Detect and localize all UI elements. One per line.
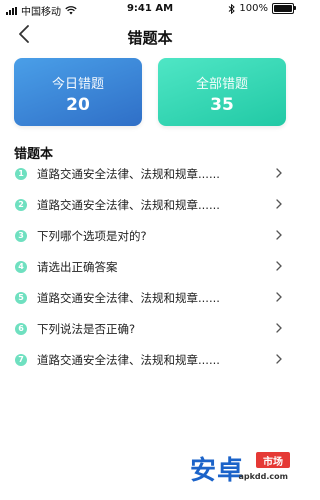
- bluetooth-icon: [229, 3, 236, 14]
- item-number-badge: 1: [15, 167, 27, 180]
- all-wrong-label: 全部错题: [195, 77, 248, 92]
- list-item[interactable]: 4 请选出正确答案: [14, 251, 286, 282]
- item-question-text: 下列哪个选项是对的?: [37, 228, 147, 243]
- chevron-right-icon: [276, 199, 282, 209]
- item-number-badge: 4: [15, 260, 27, 273]
- today-wrong-count: 20: [66, 95, 90, 115]
- item-question-text: 下列说法是否正确?: [37, 321, 136, 336]
- today-wrong-card[interactable]: 今日错题 20: [14, 58, 142, 126]
- list-item[interactable]: 2 道路交通安全法律、法规和规章......: [14, 189, 286, 220]
- list-item[interactable]: 6 下列说法是否正确?: [14, 313, 286, 344]
- chevron-right-icon: [276, 230, 282, 240]
- chevron-right-icon: [276, 323, 282, 333]
- battery-icon: [272, 3, 296, 14]
- page-title: 错题本: [127, 29, 173, 47]
- site-watermark: 安卓 市场 apkdd.com: [190, 450, 290, 490]
- list-item[interactable]: 1 道路交通安全法律、法规和规章......: [14, 158, 286, 189]
- item-question-text: 请选出正确答案: [37, 259, 118, 274]
- today-wrong-label: 今日错题: [51, 77, 104, 92]
- all-wrong-card[interactable]: 全部错题 35: [158, 58, 286, 126]
- item-number-badge: 3: [15, 229, 27, 242]
- watermark-main-text: 安卓: [190, 456, 245, 486]
- all-wrong-count: 35: [210, 95, 234, 115]
- item-number-badge: 7: [15, 353, 27, 366]
- item-number-badge: 2: [15, 198, 27, 211]
- item-question-text: 道路交通安全法律、法规和规章......: [37, 290, 220, 305]
- app-screen: 中国移动 9:41 AM 100% 错题本 今日错题 20 全部错题 35 错题…: [0, 0, 300, 500]
- item-number-badge: 6: [15, 322, 27, 335]
- list-item[interactable]: 3 下列哪个选项是对的?: [14, 220, 286, 251]
- list-item[interactable]: 5 道路交通安全法律、法规和规章......: [14, 282, 286, 313]
- nav-header: 错题本: [0, 22, 300, 50]
- watermark-domain: apkdd.com: [238, 472, 288, 481]
- item-question-text: 道路交通安全法律、法规和规章......: [37, 352, 220, 367]
- stats-cards: 今日错题 20 全部错题 35: [14, 58, 286, 126]
- item-number-badge: 5: [15, 291, 27, 304]
- wrong-question-list: 1 道路交通安全法律、法规和规章...... 2 道路交通安全法律、法规和规章.…: [14, 158, 286, 375]
- chevron-right-icon: [276, 292, 282, 302]
- chevron-right-icon: [276, 354, 282, 364]
- item-question-text: 道路交通安全法律、法规和规章......: [37, 197, 220, 212]
- item-question-text: 道路交通安全法律、法规和规章......: [37, 166, 220, 181]
- chevron-right-icon: [276, 261, 282, 271]
- watermark-box-text: 市场: [256, 452, 290, 468]
- chevron-right-icon: [276, 168, 282, 178]
- list-item[interactable]: 7 道路交通安全法律、法规和规章......: [14, 344, 286, 375]
- status-bar: 中国移动 9:41 AM 100%: [0, 0, 300, 20]
- battery-percent: 100%: [239, 3, 268, 14]
- status-right: 100%: [228, 3, 296, 14]
